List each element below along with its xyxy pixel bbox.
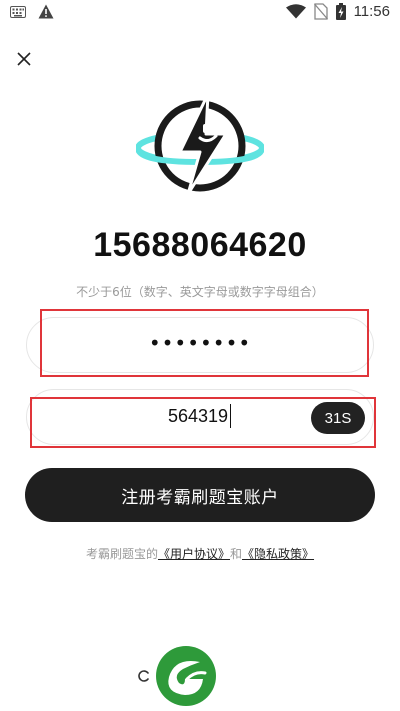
status-bar: 11:56 bbox=[0, 0, 400, 24]
phone-number: 15688064620 bbox=[93, 226, 307, 264]
status-time: 11:56 bbox=[353, 3, 390, 20]
app-logo bbox=[135, 90, 265, 198]
password-value: •••••••• bbox=[148, 331, 252, 355]
text-caret bbox=[230, 404, 231, 428]
close-button[interactable] bbox=[13, 48, 35, 70]
agreement-text: 考霸刷题宝的《用户协议》和《隐私政策》 bbox=[0, 545, 400, 562]
user-agreement-link[interactable]: 《用户协议》 bbox=[158, 547, 230, 561]
warning-icon bbox=[38, 4, 54, 19]
register-button[interactable]: 注册考霸刷题宝账户 bbox=[25, 468, 375, 522]
agreement-prefix: 考霸刷题宝的 bbox=[85, 547, 158, 561]
wifi-icon bbox=[285, 4, 306, 19]
lightning-planet-logo bbox=[135, 92, 265, 196]
no-sim-icon bbox=[313, 3, 328, 20]
keyboard-icon bbox=[10, 5, 26, 18]
loading-spinner-icon bbox=[138, 670, 149, 682]
verification-code-value: 564319 bbox=[168, 406, 229, 426]
resend-countdown-button[interactable]: 31S bbox=[311, 402, 365, 434]
close-icon bbox=[17, 52, 31, 66]
status-left bbox=[10, 4, 54, 19]
agreement-and: 和 bbox=[230, 547, 243, 561]
status-right: 11:56 bbox=[285, 3, 390, 20]
password-hint: 不少于6位（数字、英文字母或数字字母组合） bbox=[76, 285, 324, 299]
leaf-logo bbox=[156, 646, 216, 706]
battery-charging-icon bbox=[335, 3, 346, 20]
privacy-policy-link[interactable]: 《隐私政策》 bbox=[242, 547, 314, 561]
